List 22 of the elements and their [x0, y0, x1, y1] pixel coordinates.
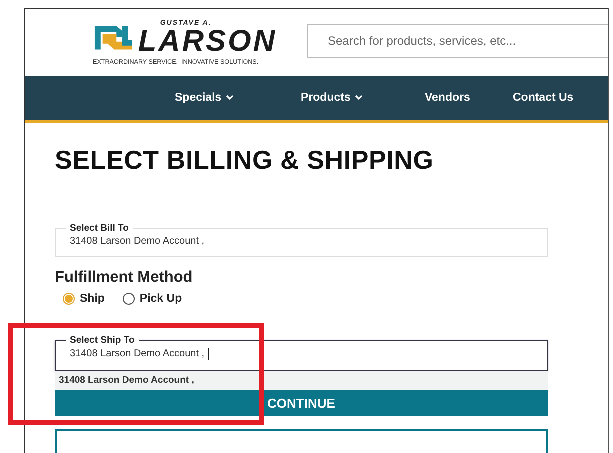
- field-value: 31408 Larson Demo Account ,: [70, 348, 209, 360]
- bill-to-field[interactable]: Select Bill To 31408 Larson Demo Account ,: [55, 223, 548, 257]
- ship-to-field[interactable]: Select Ship To 31408 Larson Demo Account ,: [55, 335, 548, 371]
- nav-link[interactable]: Products: [301, 92, 425, 104]
- radio-label: Ship: [80, 293, 105, 305]
- radio-option[interactable]: Ship: [63, 293, 105, 305]
- continue-button[interactable]: CONTINUE: [55, 390, 548, 416]
- logo-wordmark: LARSON: [138, 28, 277, 56]
- page-title: SELECT BILLING & SHIPPING: [55, 145, 435, 175]
- section-heading: Fulfillment Method: [55, 269, 194, 287]
- radio-icon[interactable]: [122, 293, 135, 305]
- field-label: Select Ship To: [69, 335, 136, 346]
- suggestion-item[interactable]: 31408 Larson Demo Account ,: [55, 371, 548, 390]
- radio-icon[interactable]: [63, 293, 75, 305]
- field-value: 31408 Larson Demo Account ,: [70, 236, 205, 246]
- nav-link[interactable]: Contact Us: [513, 92, 593, 104]
- search-field[interactable]: Search for products, services, etc...: [307, 24, 608, 58]
- nav-link[interactable]: Vendors: [425, 92, 513, 104]
- field-label: Select Bill To: [69, 223, 130, 234]
- nav-link[interactable]: Specials: [175, 92, 301, 104]
- radio-option[interactable]: Pick Up: [122, 293, 182, 305]
- radio-label: Pick Up: [140, 293, 182, 305]
